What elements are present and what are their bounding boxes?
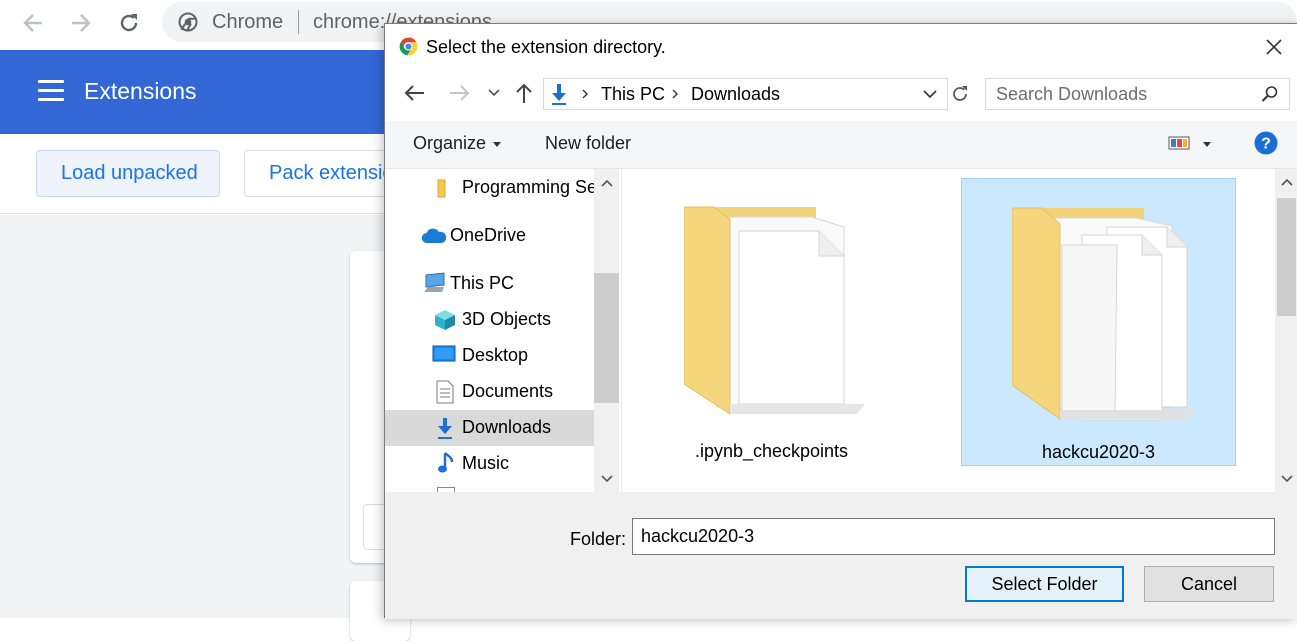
file-item-ipynb-checkpoints[interactable]: .ipynb_checkpoints — [634, 178, 909, 466]
address-dropdown-chevron-icon[interactable] — [920, 79, 940, 109]
breadcrumb-this-pc[interactable]: This PC — [601, 84, 665, 105]
onedrive-cloud-icon — [421, 228, 447, 249]
nav-item-documents[interactable]: Documents — [385, 374, 594, 410]
scroll-up-icon[interactable] — [1281, 177, 1293, 187]
chrome-logo-icon — [398, 36, 419, 62]
nav-item-programming[interactable]: Programming Se — [385, 170, 598, 206]
nav-item-label: Programming Se — [462, 177, 598, 197]
nav-item-3d-objects[interactable]: 3D Objects — [385, 302, 594, 338]
folder-icon — [1012, 207, 1195, 421]
file-view: .ipynb_checkpoints hackcu2020-3 — [621, 169, 1275, 492]
nav-item-music[interactable]: Music — [385, 446, 594, 482]
select-folder-button[interactable]: Select Folder — [965, 566, 1124, 602]
load-unpacked-button[interactable]: Load unpacked — [36, 150, 220, 197]
cancel-button[interactable]: Cancel — [1144, 566, 1274, 602]
nav-item-downloads[interactable]: Downloads — [385, 410, 594, 446]
scroll-down-icon[interactable] — [1281, 474, 1293, 484]
nav-item-this-pc[interactable]: This PC — [385, 266, 594, 302]
nav-item-label: Desktop — [462, 345, 529, 365]
nav-scrollbar[interactable] — [594, 169, 619, 492]
organize-button[interactable]: Organize — [413, 133, 486, 154]
address-row: This PC Downloads Search Downloads — [385, 70, 1297, 116]
nav-item-label: Music — [462, 453, 510, 473]
chrome-site-icon — [178, 12, 198, 37]
folder-name-input[interactable] — [632, 518, 1275, 555]
folder-icon — [684, 206, 865, 415]
music-icon — [437, 451, 455, 480]
navigation-pane: Programming Se OneDrive This PC 3D Objec… — [385, 169, 619, 492]
help-icon[interactable]: ? — [1254, 131, 1278, 160]
nav-item-label: OneDrive — [450, 225, 527, 245]
file-name: hackcu2020-3 — [1041, 442, 1156, 462]
this-pc-icon — [423, 272, 447, 299]
scrollbar-thumb[interactable] — [1277, 198, 1296, 316]
dialog-title: Select the extension directory. — [426, 37, 666, 57]
page-title: Extensions — [84, 78, 197, 104]
nav-item-label: Downloads — [462, 417, 552, 437]
reload-icon[interactable] — [114, 8, 144, 38]
nav-item-label: This PC — [450, 273, 515, 293]
3d-objects-icon — [433, 308, 457, 337]
downloads-icon — [436, 417, 454, 444]
dialog-footer: Folder: Select Folder Cancel — [385, 492, 1297, 619]
forward-arrow-icon[interactable] — [447, 80, 473, 106]
dialog-title-bar: Select the extension directory. — [385, 24, 1297, 70]
new-folder-button[interactable]: New folder — [545, 133, 631, 154]
divider — [298, 10, 299, 34]
scrollbar-thumb[interactable] — [594, 273, 619, 403]
command-bar: Organize New folder — [385, 121, 1297, 169]
forward-arrow-icon[interactable] — [66, 8, 96, 38]
folder-label: Folder: — [570, 529, 627, 549]
scroll-up-icon[interactable] — [601, 178, 613, 188]
site-name: Chrome — [212, 11, 284, 33]
back-arrow-icon[interactable] — [401, 80, 427, 106]
refresh-icon[interactable] — [947, 78, 971, 110]
back-arrow-icon[interactable] — [18, 8, 48, 38]
up-arrow-icon[interactable] — [511, 80, 537, 106]
files-scrollbar[interactable] — [1275, 169, 1297, 492]
chevron-right-icon — [582, 89, 588, 99]
nav-item-onedrive[interactable]: OneDrive — [385, 218, 594, 254]
file-item-hackcu2020-3[interactable]: hackcu2020-3 — [961, 178, 1236, 466]
search-icon — [1261, 85, 1279, 108]
organize-caret-icon[interactable] — [493, 142, 501, 147]
search-input[interactable]: Search Downloads — [985, 78, 1290, 110]
nav-item-label: 3D Objects — [462, 309, 552, 329]
change-view-icon[interactable] — [1168, 135, 1190, 156]
breadcrumb[interactable]: This PC Downloads — [543, 78, 971, 110]
chevron-right-icon — [672, 89, 678, 99]
scroll-down-icon[interactable] — [601, 474, 613, 484]
view-options-caret-icon[interactable] — [1203, 142, 1211, 147]
recent-locations-chevron-icon[interactable] — [481, 80, 507, 106]
documents-icon — [436, 380, 454, 409]
close-icon[interactable] — [1263, 36, 1285, 58]
folder-icon — [437, 178, 451, 203]
nav-item-label: Documents — [462, 381, 554, 401]
desktop-icon — [432, 345, 456, 370]
file-name: .ipynb_checkpoints — [694, 441, 849, 461]
nav-item-desktop[interactable]: Desktop — [385, 338, 594, 374]
breadcrumb-downloads[interactable]: Downloads — [691, 84, 780, 105]
select-folder-dialog: Select the extension directory. This PC … — [384, 23, 1297, 619]
downloads-arrow-icon — [550, 83, 568, 110]
hamburger-menu-icon[interactable] — [38, 80, 64, 102]
search-placeholder: Search Downloads — [996, 84, 1148, 104]
svg-text:?: ? — [1261, 136, 1271, 153]
